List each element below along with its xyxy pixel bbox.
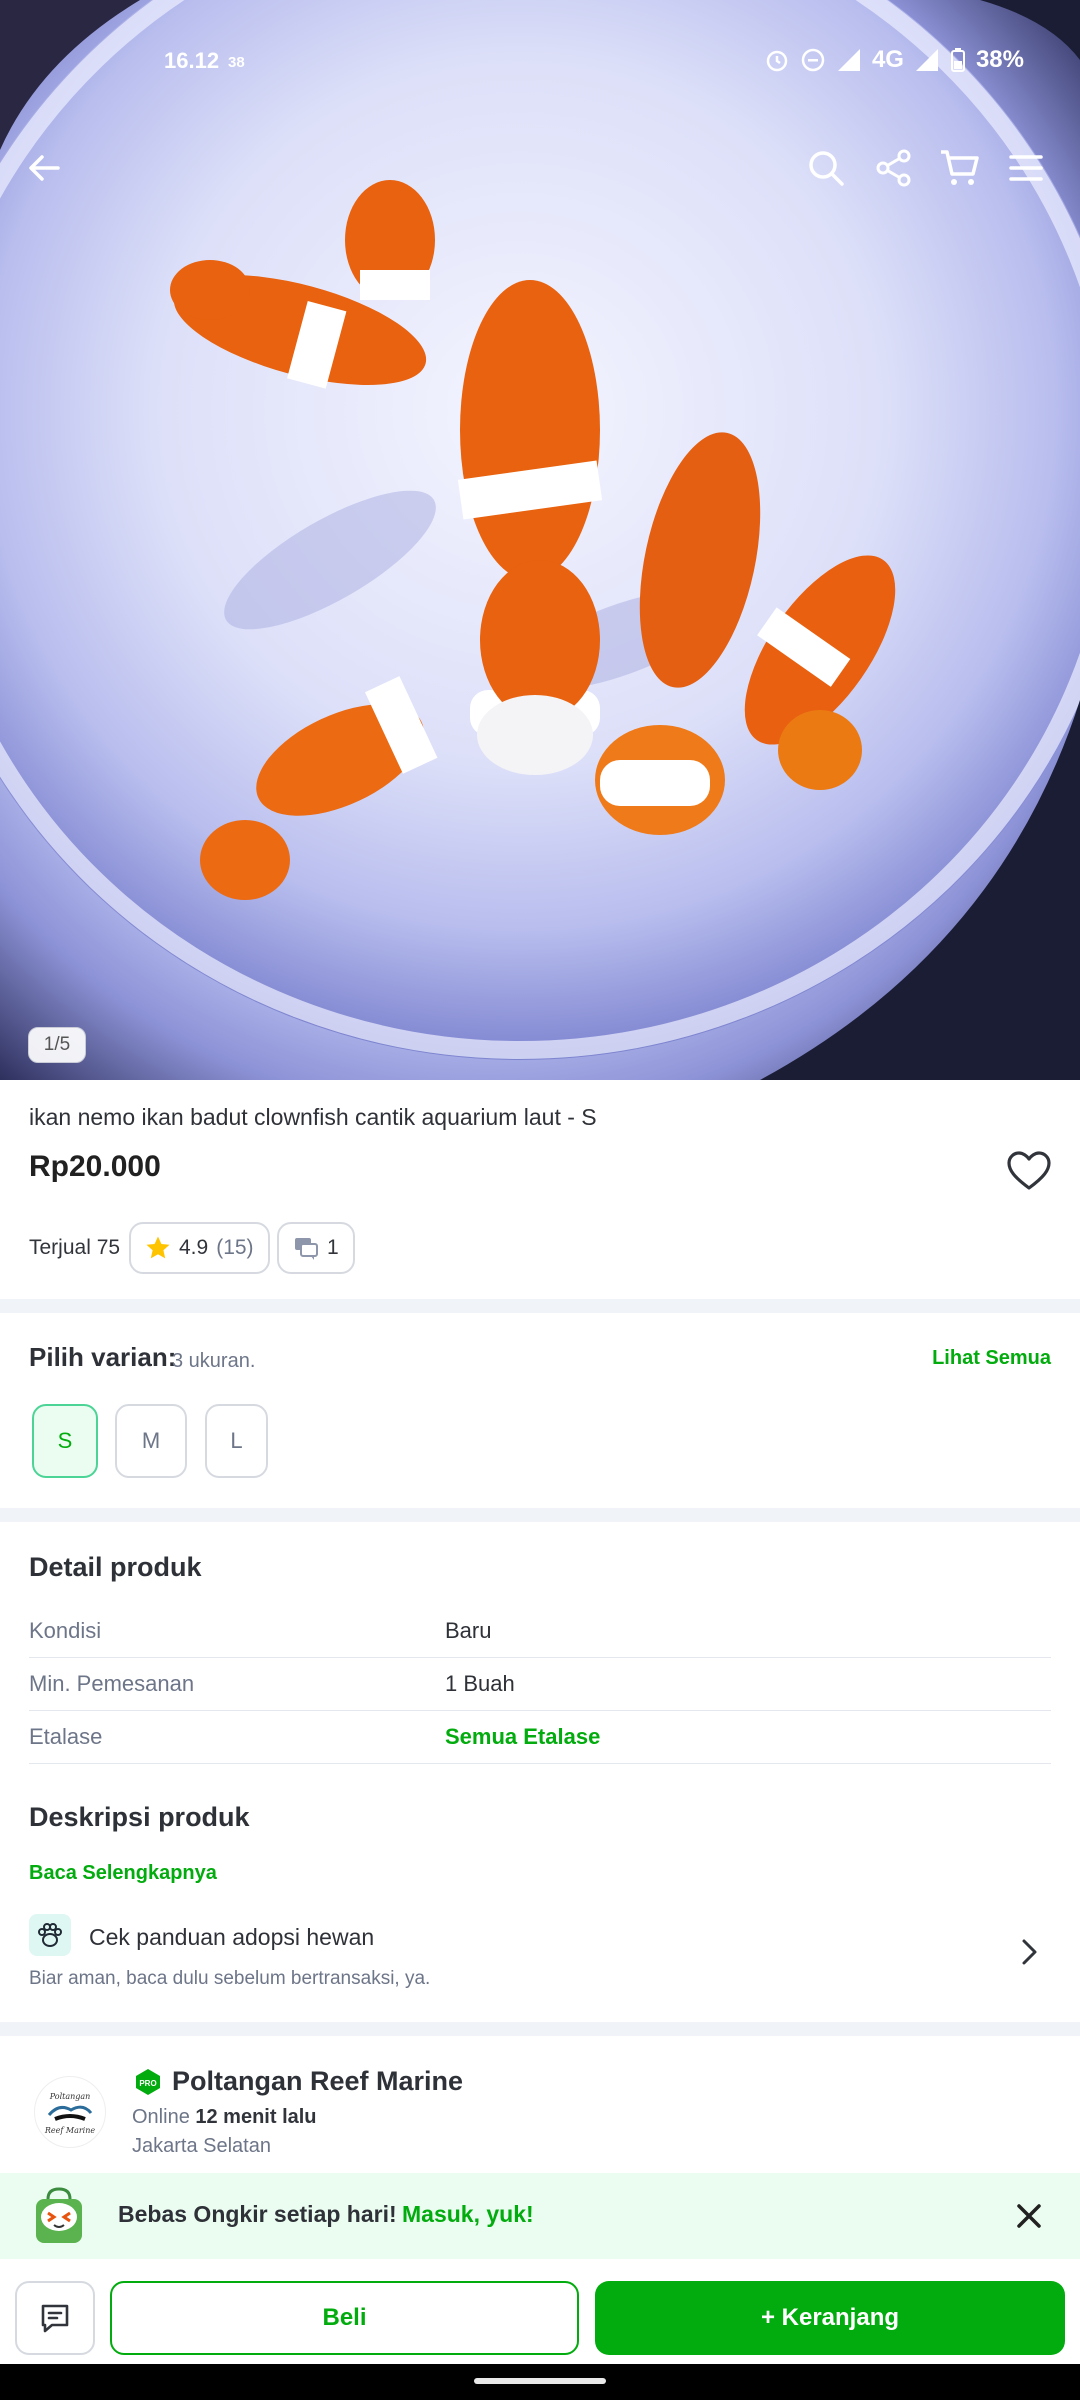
- paw-icon: [38, 1923, 62, 1947]
- detail-row-showcase: Etalase Semua Etalase: [29, 1712, 1051, 1764]
- svg-text:Poltangan: Poltangan: [49, 2092, 91, 2101]
- description-title: Deskripsi produk: [29, 1802, 250, 1832]
- home-gesture-handle[interactable]: [474, 2378, 606, 2384]
- rating-count: (15): [216, 1236, 254, 1259]
- chat-icon: [41, 2304, 69, 2333]
- detail-value: 1 Buah: [445, 1671, 515, 1696]
- wishlist-button[interactable]: [1004, 1146, 1054, 1196]
- shop-location: Jakarta Selatan: [132, 2135, 271, 2157]
- heart-icon: [1007, 1151, 1051, 1190]
- signal-icon-2: [915, 49, 938, 71]
- detail-row-condition: Kondisi Baru: [29, 1606, 1051, 1658]
- variant-option-l[interactable]: L: [205, 1404, 268, 1478]
- svg-text:Reef Marine: Reef Marine: [44, 2126, 95, 2135]
- pro-badge-icon: PRO: [136, 2069, 160, 2095]
- detail-row-min-order: Min. Pemesanan 1 Buah: [29, 1659, 1051, 1711]
- section-divider: [0, 2022, 1080, 2036]
- guide-icon-box: [29, 1914, 71, 1956]
- back-button[interactable]: [14, 138, 74, 198]
- add-to-cart-button[interactable]: + Keranjang: [595, 2281, 1065, 2355]
- guide-title: Cek panduan adopsi hewan: [89, 1924, 375, 1950]
- free-shipping-banner[interactable]: Bebas Ongkir setiap hari! Masuk, yuk!: [0, 2173, 1080, 2259]
- product-image-gallery[interactable]: 16.12 38 4G 38% 1/5: [0, 0, 1080, 1080]
- close-icon: [1017, 2204, 1041, 2228]
- system-nav-bar: [0, 2364, 1080, 2400]
- product-title: ikan nemo ikan badut clownfish cantik aq…: [29, 1104, 597, 1130]
- status-icons: 4G 38%: [764, 46, 1024, 74]
- star-icon: [146, 1236, 170, 1259]
- network-type: 4G: [871, 46, 904, 73]
- section-divider: [0, 1508, 1080, 1522]
- variant-label: Pilih varian:: [29, 1342, 177, 1372]
- hamburger-icon: [1009, 155, 1043, 181]
- online-time: 12 menit lalu: [195, 2106, 317, 2128]
- read-more-link[interactable]: Baca Selengkapnya: [29, 1862, 217, 1885]
- product-price: Rp20.000: [29, 1150, 161, 1183]
- chat-bubbles-icon: [295, 1238, 318, 1260]
- detail-key: Etalase: [29, 1724, 103, 1749]
- bottom-action-bar: Beli + Keranjang: [0, 2259, 1080, 2364]
- cart-button[interactable]: [930, 138, 990, 198]
- detail-key: Min. Pemesanan: [29, 1671, 195, 1696]
- buy-button[interactable]: Beli: [110, 2281, 579, 2355]
- variant-option-s[interactable]: S: [32, 1404, 98, 1478]
- chevron-right-icon: [1022, 1939, 1037, 1965]
- shopping-bag-mascot-icon: [36, 2187, 82, 2243]
- promo-text: Bebas Ongkir setiap hari!: [118, 2201, 397, 2227]
- showcase-link[interactable]: Semua Etalase: [445, 1724, 600, 1750]
- arrow-left-icon: [29, 155, 60, 181]
- discussion-chip[interactable]: 1: [277, 1222, 355, 1274]
- signal-icon: [837, 49, 860, 71]
- image-counter: 1/5: [28, 1027, 86, 1063]
- share-icon: [876, 149, 911, 187]
- shop-name[interactable]: Poltangan Reef Marine: [172, 2066, 463, 2097]
- shop-online-status: Online 12 menit lalu: [132, 2106, 317, 2129]
- login-link[interactable]: Masuk, yuk!: [402, 2201, 534, 2228]
- detail-title: Detail produk: [29, 1552, 202, 1582]
- section-divider: [0, 1299, 1080, 1313]
- shop-logo: Poltangan Reef Marine: [44, 2092, 95, 2135]
- online-prefix: Online: [132, 2106, 190, 2128]
- top-navigation: [0, 130, 1080, 210]
- shop-avatar[interactable]: Poltangan Reef Marine: [34, 2076, 106, 2148]
- dnd-icon: [801, 48, 825, 72]
- sold-count: Terjual 75: [29, 1236, 121, 1259]
- discussion-count: 1: [327, 1236, 339, 1259]
- search-button[interactable]: [796, 138, 856, 198]
- cart-icon: [941, 150, 979, 185]
- see-all-variants-link[interactable]: Lihat Semua: [932, 1347, 1051, 1370]
- search-icon: [809, 151, 844, 186]
- svg-text:PRO: PRO: [139, 2079, 156, 2088]
- product-page: 16.12 38 4G 38% 1/5 ikan nemo ikan badut…: [0, 0, 1080, 2400]
- status-time: 16.12: [164, 48, 220, 73]
- variant-count: 3 ukuran.: [172, 1350, 256, 1372]
- battery-level: 38%: [975, 46, 1024, 73]
- battery-icon: [950, 48, 965, 72]
- menu-button[interactable]: [996, 138, 1056, 198]
- status-bar: 16.12 38 4G 38%: [0, 38, 1080, 88]
- status-sub: 38: [228, 54, 245, 71]
- alarm-icon: [766, 50, 788, 72]
- detail-key: Kondisi: [29, 1618, 102, 1643]
- close-banner-button[interactable]: [1010, 2197, 1048, 2235]
- rating-chip[interactable]: 4.9 (15): [129, 1222, 270, 1274]
- share-button[interactable]: [864, 138, 924, 198]
- adoption-guide-row[interactable]: Cek panduan adopsi hewan Biar aman, baca…: [29, 1912, 1051, 1992]
- guide-subtitle: Biar aman, baca dulu sebelum bertransaks…: [29, 1968, 431, 1989]
- variant-option-m[interactable]: M: [115, 1404, 187, 1478]
- rating-value: 4.9: [179, 1236, 209, 1259]
- detail-value: Baru: [445, 1618, 492, 1643]
- chat-seller-button[interactable]: [15, 2281, 95, 2355]
